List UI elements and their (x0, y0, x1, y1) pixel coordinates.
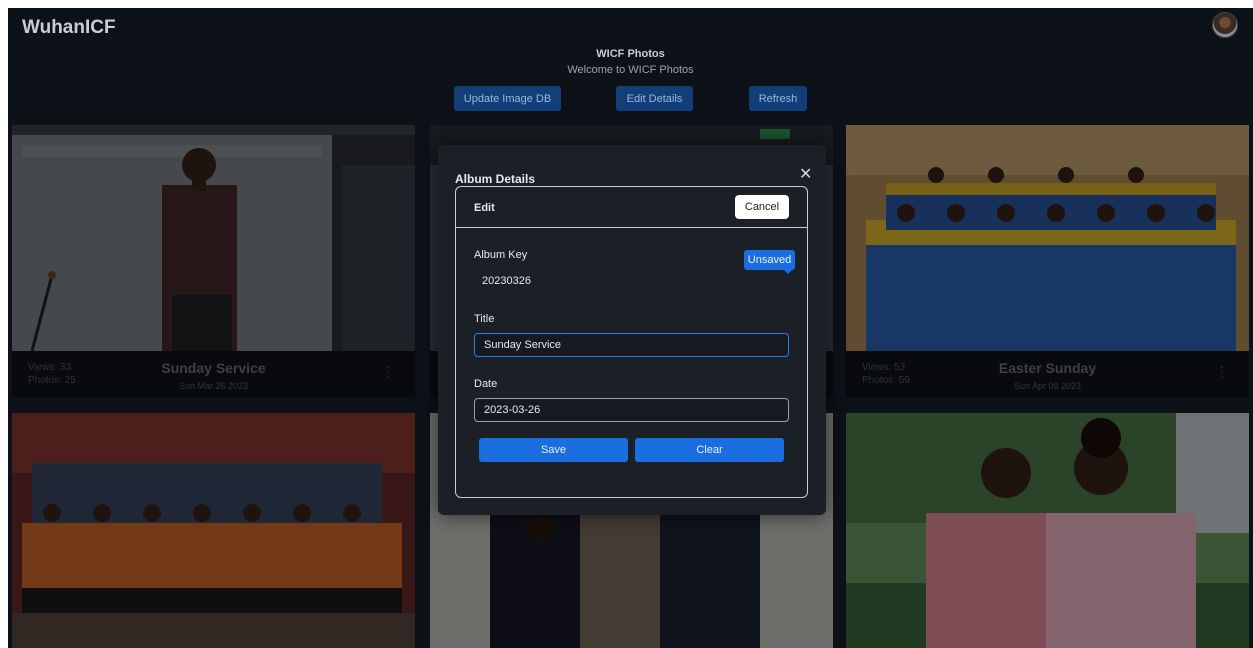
clear-button[interactable]: Clear (635, 438, 784, 462)
album-card[interactable] (846, 413, 1249, 648)
edit-panel-label: Edit (474, 202, 495, 214)
title-input[interactable]: Sunday Service (474, 333, 789, 357)
date-label: Date (474, 378, 498, 390)
title-label: Title (474, 313, 495, 325)
edit-panel: Edit Cancel Album Key Unsaved 20230326 T… (455, 186, 808, 498)
cancel-button[interactable]: Cancel (735, 195, 789, 219)
edit-panel-header: Edit Cancel (456, 187, 807, 228)
album-card[interactable]: Views: 53 Photos: 59 Easter Sunday Sun A… (846, 125, 1249, 397)
modal-title: Album Details (455, 172, 536, 186)
modal-backdrop (12, 125, 415, 397)
album-card[interactable]: Views: 33 Photos: 25 Sunday Service Sun … (12, 125, 415, 397)
save-button[interactable]: Save (479, 438, 628, 462)
date-input[interactable]: 2023-03-26 (474, 398, 789, 422)
album-card[interactable] (12, 413, 415, 648)
status-badge: Unsaved (744, 250, 795, 274)
modal-backdrop (846, 125, 1249, 397)
album-details-modal: Album Details ✕ Edit Cancel Album Key Un… (438, 145, 826, 515)
album-key-value: 20230326 (482, 275, 531, 287)
modal-backdrop (12, 413, 415, 648)
app-window: WuhanICF WICF Photos Welcome to WICF Pho… (8, 8, 1253, 648)
header-region (8, 8, 1253, 125)
modal-backdrop (846, 413, 1249, 648)
album-key-label: Album Key (474, 249, 528, 261)
close-icon[interactable]: ✕ (799, 164, 812, 184)
